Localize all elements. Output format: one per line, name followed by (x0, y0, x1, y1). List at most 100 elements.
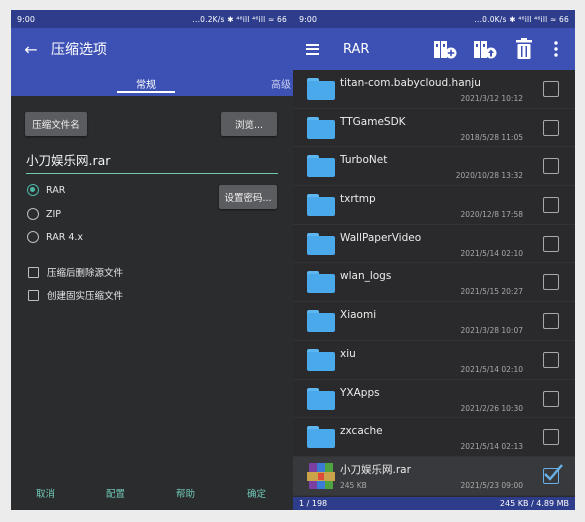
row-checkbox-checked[interactable] (543, 464, 563, 484)
folder-icon (307, 232, 335, 255)
folder-icon (307, 348, 335, 371)
add-archive-icon[interactable] (433, 38, 457, 60)
file-date: 2018/5/28 11:05 (460, 132, 523, 142)
file-date: 2021/5/14 02:10 (460, 248, 523, 258)
status-indicators: ...0.0K/s ✱ ⁴⁶ill ⁴⁶ill ≈ 66 (474, 14, 569, 24)
file-row[interactable]: YXApps 2021/2/26 10:30 (293, 380, 575, 419)
cancel-button[interactable]: 取消 (36, 486, 55, 500)
tab-general[interactable]: 常规 (115, 76, 177, 93)
folder-icon (307, 271, 335, 294)
folder-icon (307, 194, 335, 217)
row-checkbox[interactable] (543, 81, 559, 97)
file-date: 2021/5/23 09:00 (460, 480, 523, 490)
file-row[interactable]: wlan_logs 2021/5/15 20:27 (293, 263, 575, 303)
option-solid-archive[interactable]: 创建固实压缩文件 (28, 288, 123, 302)
file-row[interactable]: TurboNet 2020/10/28 13:32 (293, 147, 575, 187)
format-label: RAR 4.x (46, 231, 84, 243)
rar-archive-icon (307, 462, 335, 489)
folder-icon (307, 426, 335, 449)
screenshot-composite: 9:00 ...0.2K/s ✱ ⁴⁶ill ⁴⁶ill ≈ 66 ← 压缩选项… (0, 0, 585, 522)
back-arrow-icon[interactable]: ← (11, 40, 51, 59)
format-radio-zip[interactable]: ZIP (27, 208, 61, 220)
file-name: WallPaperVideo (340, 231, 422, 244)
extract-icon[interactable] (473, 38, 497, 60)
file-date: 2020/12/8 17:58 (460, 210, 523, 220)
file-row[interactable]: zxcache 2021/5/14 02:13 (293, 418, 575, 457)
status-indicators: ...0.2K/s ✱ ⁴⁶ill ⁴⁶ill ≈ 66 (192, 14, 287, 24)
tab-advanced[interactable]: 高级 (271, 76, 291, 91)
dialog-footer: 取消 配置 帮助 确定 (11, 486, 293, 500)
file-row-selected[interactable]: 小刀娱乐网.rar 245 KB 2021/5/23 09:00 (293, 456, 575, 496)
status-bar: 9:00 ...0.2K/s ✱ ⁴⁶ill ⁴⁶ill ≈ 66 (11, 10, 293, 28)
file-name: YXApps (340, 386, 380, 399)
help-button[interactable]: 帮助 (176, 486, 195, 500)
row-checkbox[interactable] (543, 351, 559, 368)
file-name: xiu (340, 347, 356, 360)
browse-button[interactable]: 浏览... (221, 112, 277, 136)
file-row[interactable]: Xiaomi 2021/3/28 10:07 (293, 302, 575, 341)
folder-icon (307, 310, 335, 333)
status-bar: 9:00 ...0.0K/s ✱ ⁴⁶ill ⁴⁶ill ≈ 66 (293, 10, 575, 28)
set-password-button[interactable]: 设置密码... (219, 185, 277, 209)
selection-count: 1 / 198 (299, 499, 328, 508)
menu-icon[interactable] (293, 41, 333, 57)
file-row[interactable]: txrtmp 2020/12/8 17:58 (293, 186, 575, 225)
row-checkbox[interactable] (543, 235, 559, 252)
file-name: Xiaomi (340, 309, 377, 322)
option-label: 创建固实压缩文件 (47, 291, 124, 302)
app-toolbar: RAR (293, 28, 575, 70)
delete-icon[interactable] (514, 38, 534, 60)
radio-unselected-icon (27, 231, 39, 243)
file-name: TurboNet (340, 154, 388, 167)
row-checkbox[interactable] (543, 429, 559, 446)
file-name: titan-com.babycloud.hanju (340, 77, 481, 89)
checkmark-icon (544, 464, 563, 481)
file-date: 2021/2/26 10:30 (460, 403, 523, 413)
file-row[interactable]: TTGameSDK 2018/5/28 11:05 (293, 109, 575, 148)
archive-filename-input[interactable]: 小刀娱乐网.rar (26, 150, 278, 174)
selection-size: 245 KB / 4.89 MB (499, 499, 569, 508)
file-row[interactable]: WallPaperVideo 2021/5/14 02:10 (293, 225, 575, 264)
more-vert-icon[interactable] (553, 41, 559, 57)
archive-name-button[interactable]: 压缩文件名 (25, 112, 87, 136)
file-name: 小刀娱乐网.rar (340, 463, 411, 476)
compression-options-screen: 9:00 ...0.2K/s ✱ ⁴⁶ill ⁴⁶ill ≈ 66 ← 压缩选项… (11, 10, 293, 510)
row-checkbox[interactable] (543, 197, 559, 214)
folder-icon (307, 78, 335, 100)
config-button[interactable]: 配置 (106, 486, 125, 500)
folder-icon (307, 155, 335, 178)
file-date: 2021/5/15 20:27 (460, 287, 523, 297)
row-checkbox[interactable] (543, 119, 559, 136)
format-label: RAR (46, 184, 66, 196)
file-name: zxcache (340, 425, 383, 438)
status-time: 9:00 (299, 14, 317, 24)
option-delete-after-compress[interactable]: 压缩后删除源文件 (28, 265, 123, 279)
row-checkbox[interactable] (543, 158, 559, 175)
radio-unselected-icon (27, 208, 39, 220)
row-checkbox[interactable] (543, 390, 559, 407)
file-size: 245 KB (340, 480, 367, 490)
file-list: titan-com.babycloud.hanju 2021/3/12 10:1… (293, 70, 575, 496)
file-name: txrtmp (340, 193, 376, 206)
option-label: 压缩后删除源文件 (47, 268, 124, 279)
file-date: 2021/5/14 02:10 (460, 364, 523, 374)
folder-icon (307, 387, 335, 410)
row-checkbox[interactable] (543, 274, 559, 291)
ok-button[interactable]: 确定 (247, 486, 266, 500)
folder-icon (307, 116, 335, 139)
selection-status-bar: 1 / 198 245 KB / 4.89 MB (293, 497, 575, 510)
file-date: 2021/3/28 10:07 (460, 326, 523, 336)
format-radio-rar4[interactable]: RAR 4.x (27, 231, 83, 243)
file-name: wlan_logs (340, 270, 392, 283)
row-checkbox[interactable] (543, 313, 559, 330)
checkbox-icon (28, 266, 39, 278)
dialog-title: 压缩选项 (51, 42, 107, 58)
file-date: 2021/3/12 10:12 (460, 94, 523, 103)
format-radio-rar[interactable]: RAR (27, 184, 65, 196)
file-row[interactable]: xiu 2021/5/14 02:10 (293, 341, 575, 380)
file-date: 2021/5/14 02:13 (460, 442, 523, 452)
checkbox-icon (28, 289, 39, 301)
file-browser-screen: 9:00 ...0.0K/s ✱ ⁴⁶ill ⁴⁶ill ≈ 66 RAR ti… (293, 10, 575, 510)
status-time: 9:00 (17, 14, 35, 24)
file-row[interactable]: titan-com.babycloud.hanju 2021/3/12 10:1… (293, 70, 575, 109)
